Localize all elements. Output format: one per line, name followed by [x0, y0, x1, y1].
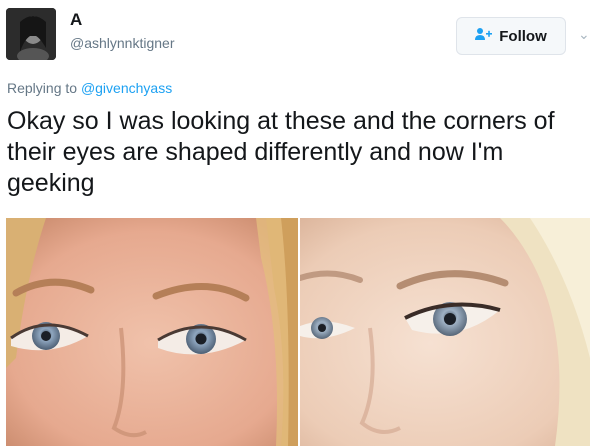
tweet-media: [6, 218, 590, 446]
tweet-card: A @ashlynnktigner Follow ⌄ Replying to @…: [0, 0, 590, 446]
face-photo-right[interactable]: [300, 218, 590, 446]
follow-button-label: Follow: [499, 27, 547, 45]
avatar[interactable]: [6, 8, 56, 60]
chevron-down-icon[interactable]: ⌄: [578, 26, 590, 43]
user-handle[interactable]: @ashlynnktigner: [70, 35, 175, 51]
reply-prefix: Replying to: [7, 80, 78, 96]
add-user-icon: [475, 27, 493, 46]
tweet-text: Okay so I was looking at these and the c…: [7, 107, 555, 197]
display-name[interactable]: A: [70, 10, 82, 30]
reply-context: Replying to @givenchyass: [7, 80, 172, 96]
reply-mention-link[interactable]: @givenchyass: [81, 80, 172, 96]
avatar-image: [6, 8, 56, 60]
tweet-header: A @ashlynnktigner Follow ⌄: [6, 8, 590, 64]
follow-button[interactable]: Follow: [456, 17, 566, 55]
face-photo-left[interactable]: [6, 218, 298, 446]
